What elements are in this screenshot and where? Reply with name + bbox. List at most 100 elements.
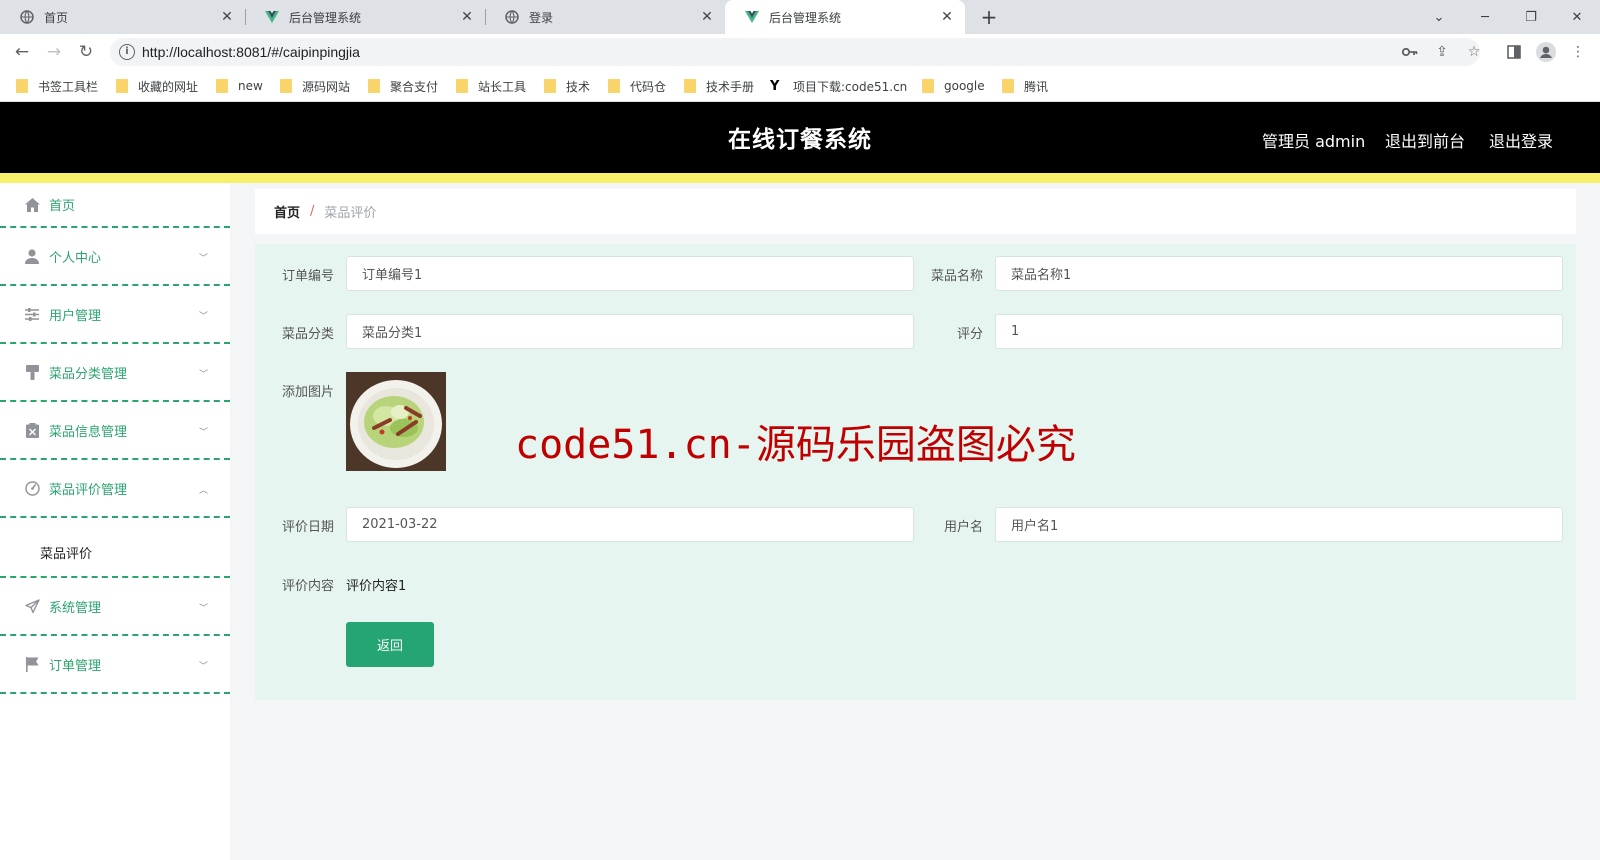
logout-link[interactable]: 退出登录 (1489, 128, 1553, 152)
review-date-input[interactable] (346, 507, 914, 542)
brush-icon (24, 364, 40, 380)
sidebar-item-user-management[interactable]: 用户管理 ﹀ (0, 286, 230, 344)
sidebar-item-dish-review-management[interactable]: 菜品评价管理 ︿ (0, 460, 230, 518)
site-info-icon[interactable]: i (119, 44, 135, 60)
bookmark-item[interactable]: 站长工具 (456, 77, 526, 95)
send-icon (24, 598, 40, 614)
order-no-input[interactable] (346, 256, 914, 291)
browser-tab[interactable]: 首页 ✕ (0, 0, 245, 34)
folder-icon (216, 79, 228, 93)
category-label: 菜品分类 (281, 327, 334, 342)
globe-icon (505, 10, 519, 24)
key-icon[interactable] (1400, 42, 1420, 62)
browser-tab-active[interactable]: 后台管理系统 ✕ (725, 0, 965, 34)
bookmark-item[interactable]: 腾讯 (1002, 77, 1048, 95)
score-input[interactable] (995, 314, 1563, 349)
sidebar-item-dish-info-management[interactable]: 菜品信息管理 ﹀ (0, 402, 230, 460)
sidebar-item-order-management[interactable]: 订单管理 ﹀ (0, 636, 230, 694)
profile-avatar-icon[interactable] (1536, 42, 1556, 62)
browser-tab[interactable]: 后台管理系统 ✕ (245, 0, 485, 34)
folder-icon (1002, 79, 1014, 93)
chevron-down-icon: ﹀ (198, 370, 208, 380)
window-close-icon[interactable]: ✕ (1554, 0, 1600, 34)
close-icon[interactable]: ✕ (939, 9, 955, 25)
minimize-icon[interactable]: ─ (1462, 0, 1508, 34)
bookmark-star-icon[interactable]: ☆ (1464, 42, 1484, 62)
order-no-label: 订单编号 (281, 269, 334, 284)
bookmark-item[interactable]: 源码网站 (280, 77, 350, 95)
to-front-link[interactable]: 退出到前台 (1385, 128, 1465, 152)
browser-toolbar: ← → ↻ i http://localhost:8081/#/caipinpi… (0, 34, 1600, 70)
forward-arrow-icon[interactable]: → (40, 38, 68, 66)
bookmark-item[interactable]: 代码仓 (608, 77, 666, 95)
tab-search-icon[interactable]: ⌄ (1416, 0, 1462, 34)
folder-icon (608, 79, 620, 93)
back-button[interactable]: 返回 (346, 622, 434, 667)
review-content-label: 评价内容 (281, 579, 334, 594)
y-logo-icon: Y (770, 78, 780, 94)
sidebar-item-dish-category-management[interactable]: 菜品分类管理 ﹀ (0, 344, 230, 402)
dish-name-input[interactable] (995, 256, 1563, 291)
review-date-label: 评价日期 (281, 520, 334, 535)
review-content-text: 评价内容1 (346, 579, 407, 594)
url-text[interactable]: http://localhost:8081/#/caipinpingjia (142, 44, 360, 60)
image-label: 添加图片 (281, 385, 334, 400)
breadcrumb-current: 菜品评价 (324, 206, 377, 221)
gauge-icon (24, 480, 40, 496)
vue-icon (265, 10, 279, 24)
bookmark-item[interactable]: 技术 (544, 77, 590, 95)
bookmark-item[interactable]: new (216, 77, 263, 95)
sidebar-item-system-management[interactable]: 系统管理 ﹀ (0, 578, 230, 636)
folder-icon (456, 79, 468, 93)
menu-kebab-icon[interactable]: ⋮ (1568, 42, 1588, 62)
clipboard-icon (24, 422, 40, 438)
username-label: 用户名 (943, 520, 983, 535)
globe-icon (20, 10, 34, 24)
folder-icon (368, 79, 380, 93)
close-icon[interactable]: ✕ (219, 9, 235, 25)
sidebar-subitem-dish-review[interactable]: 菜品评价 (0, 525, 230, 578)
bookmark-item[interactable]: google (922, 77, 985, 95)
breadcrumb: 首页 / 菜品评价 (255, 189, 1576, 234)
admin-user-label: 管理员 admin (1262, 132, 1366, 151)
bookmarks-bar: 书签工具栏 收藏的网址 new 源码网站 聚合支付 站长工具 技术 代码仓 技术… (0, 70, 1600, 102)
breadcrumb-home[interactable]: 首页 (274, 202, 300, 221)
bookmark-item[interactable]: 书签工具栏 (16, 77, 98, 95)
browser-tab[interactable]: 登录 ✕ (485, 0, 725, 34)
close-icon[interactable]: ✕ (699, 9, 715, 25)
restore-icon[interactable]: ❐ (1508, 0, 1554, 34)
chevron-down-icon: ﹀ (198, 428, 208, 438)
back-arrow-icon[interactable]: ← (8, 38, 36, 66)
sidebar-item-personal-center[interactable]: 个人中心 ﹀ (0, 228, 230, 286)
new-tab-button[interactable]: + (975, 3, 1003, 31)
user-icon (24, 248, 40, 264)
score-label: 评分 (956, 327, 983, 342)
close-icon[interactable]: ✕ (459, 9, 475, 25)
chevron-down-icon: ﹀ (198, 604, 208, 614)
breadcrumb-separator: / (310, 204, 315, 219)
header-accent-stripe (0, 173, 1600, 183)
sidebar-item-home[interactable]: 首页 (0, 183, 230, 228)
folder-icon (280, 79, 292, 93)
flag-icon (24, 656, 40, 672)
folder-icon (16, 79, 28, 93)
category-input[interactable] (346, 314, 914, 349)
folder-icon (116, 79, 128, 93)
dish-image[interactable] (346, 372, 446, 471)
reload-icon[interactable]: ↻ (72, 38, 100, 66)
sidebar: 首页 个人中心 ﹀ 用户管理 ﹀ 菜品分类管理 ﹀ 菜品信息管理 ﹀ 菜品评价管… (0, 183, 230, 860)
username-input[interactable] (995, 507, 1563, 542)
chevron-down-icon: ﹀ (198, 312, 208, 322)
bookmark-item[interactable]: 收藏的网址 (116, 77, 198, 95)
folder-icon (544, 79, 556, 93)
folder-icon (684, 79, 696, 93)
bookmark-item[interactable]: 技术手册 (684, 77, 754, 95)
home-icon (24, 197, 40, 213)
app-header: 在线订餐系统 管理员 admin 退出到前台 退出登录 (0, 102, 1600, 173)
share-icon[interactable]: ⇪ (1432, 42, 1452, 62)
bookmark-item[interactable]: Y 项目下载:code51.cn (770, 77, 907, 95)
side-panel-icon[interactable] (1504, 42, 1524, 62)
bookmark-item[interactable]: 聚合支付 (368, 77, 438, 95)
address-bar[interactable]: i http://localhost:8081/#/caipinpingjia (110, 38, 1480, 66)
vue-icon (745, 10, 759, 24)
